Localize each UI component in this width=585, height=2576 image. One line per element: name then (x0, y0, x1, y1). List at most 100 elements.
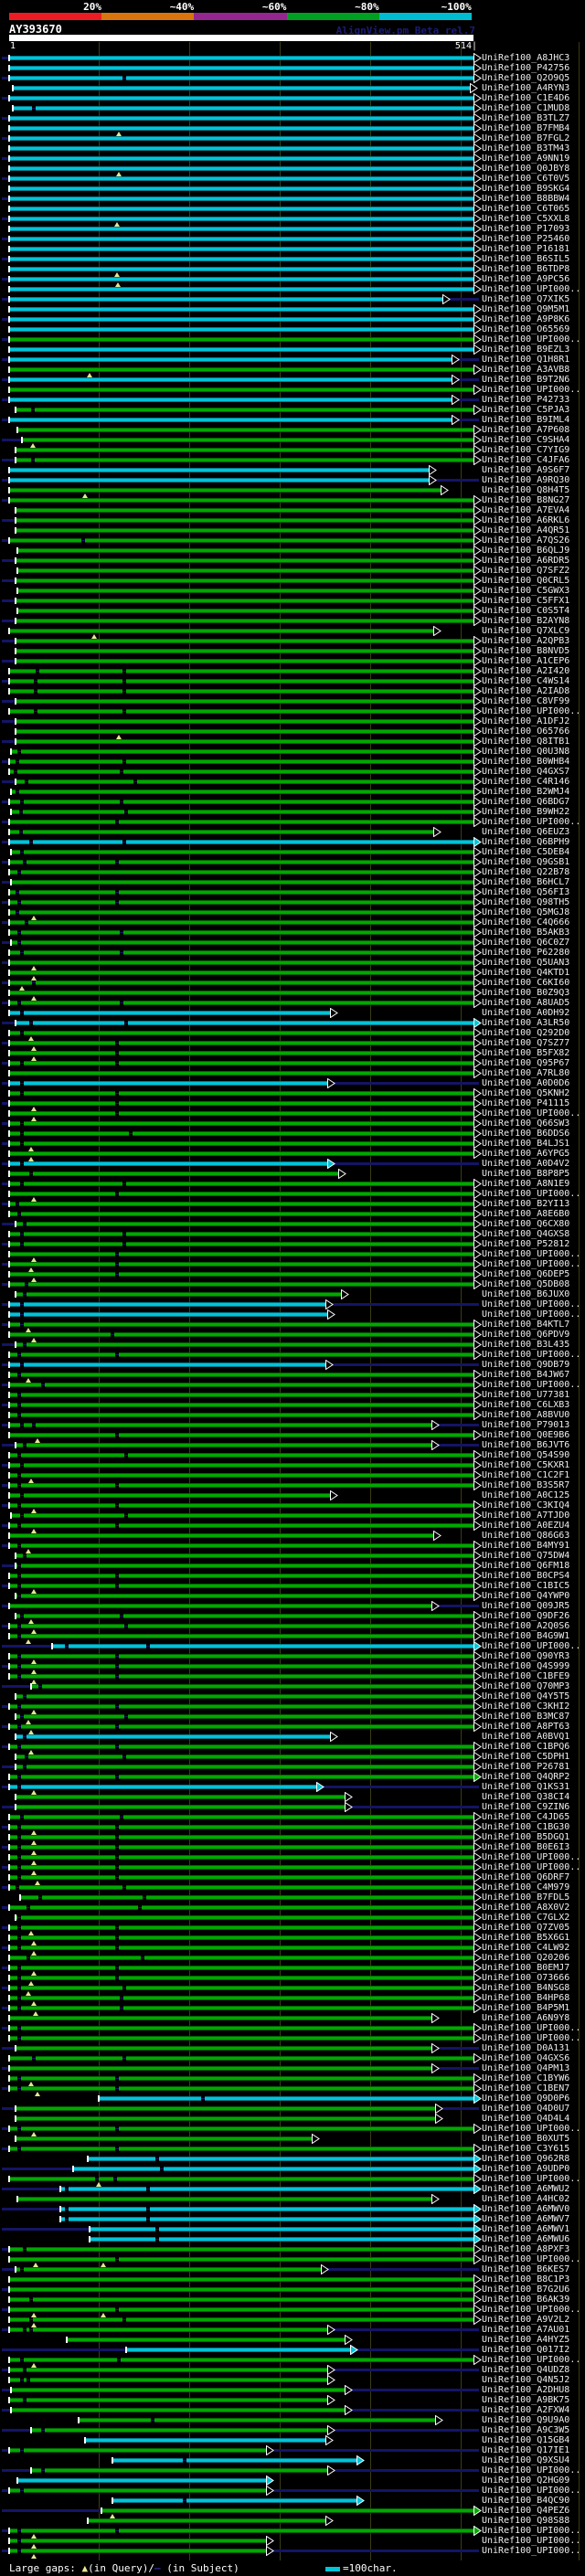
hit-label[interactable]: UniRef100_A6MWU2 (482, 2185, 569, 2194)
hit-bar[interactable] (15, 739, 473, 744)
hit-bar[interactable] (9, 488, 441, 493)
hit-bar[interactable] (9, 1332, 473, 1337)
hit-label[interactable]: UniRef100_C4JD65 (482, 1813, 569, 1822)
hit-label[interactable]: UniRef100_Q4Y5T5 (482, 1692, 569, 1701)
hit-bar[interactable] (9, 1775, 473, 1779)
hit-label[interactable]: UniRef100_A4RYN3 (482, 84, 569, 93)
hit-label[interactable]: UniRef100_Q6CX80 (482, 1220, 569, 1229)
hit-bar[interactable] (9, 1473, 473, 1478)
hit-bar[interactable] (9, 1885, 473, 1890)
hit-label[interactable]: UniRef100_B4HP68 (482, 1994, 569, 2003)
hit-label[interactable]: UniRef100_C1BYW6 (482, 2074, 569, 2083)
hit-label[interactable]: UniRef100_C1BFE9 (482, 1672, 569, 1681)
hit-bar[interactable] (10, 2388, 346, 2392)
hit-bar[interactable] (9, 920, 473, 925)
hit-label[interactable]: UniRef100_A7RL80 (482, 1069, 569, 1078)
hit-bar[interactable] (9, 2297, 473, 2302)
hit-label[interactable]: UniRef100_A8E6B0 (482, 1210, 569, 1219)
hit-bar[interactable] (9, 1151, 473, 1156)
hit-bar[interactable] (15, 729, 473, 734)
hit-label[interactable]: UniRef100_A8BVU0 (482, 1411, 569, 1420)
hit-bar[interactable] (9, 2448, 267, 2453)
hit-bar[interactable] (9, 1041, 473, 1045)
hit-label[interactable]: UniRef100_B4P5M1 (482, 2004, 569, 2013)
hit-label[interactable]: UniRef100_UPI000.. (482, 2024, 580, 2033)
hit-bar[interactable] (15, 1292, 342, 1297)
hit-label[interactable]: UniRef100_B4LJS1 (482, 1140, 569, 1149)
hit-bar[interactable] (9, 1956, 473, 1960)
hit-bar[interactable] (15, 1694, 473, 1699)
hit-label[interactable]: UniRef100_A0C125 (482, 1491, 569, 1500)
hit-bar[interactable] (9, 679, 473, 684)
hit-label[interactable]: UniRef100_UPI000.. (482, 2034, 580, 2043)
hit-bar[interactable] (9, 950, 473, 955)
hit-label[interactable]: UniRef100_Q6DRF7 (482, 1873, 569, 1882)
hit-label[interactable]: UniRef100_C5FFX1 (482, 597, 569, 606)
hit-label[interactable]: UniRef100_Q9XSU4 (482, 2456, 569, 2465)
hit-label[interactable]: UniRef100_C5PJA3 (482, 406, 569, 415)
hit-bar[interactable] (15, 1222, 473, 1226)
hit-bar[interactable] (9, 136, 473, 141)
hit-label[interactable]: UniRef100_Q90YR3 (482, 1652, 569, 1661)
hit-label[interactable]: UniRef100_B9IML4 (482, 416, 569, 425)
hit-label[interactable]: UniRef100_B0XUT5 (482, 2135, 569, 2144)
hit-label[interactable]: UniRef100_Q4D4L4 (482, 2115, 569, 2124)
hit-label[interactable]: UniRef100_B8NG27 (482, 496, 569, 505)
hit-label[interactable]: UniRef100_A7QS26 (482, 536, 569, 546)
hit-bar[interactable] (9, 2539, 267, 2543)
hit-bar[interactable] (9, 1182, 473, 1186)
hit-label[interactable]: UniRef100_A9P8K6 (482, 315, 569, 324)
hit-label[interactable]: UniRef100_UPI000.. (482, 2527, 580, 2536)
hit-label[interactable]: UniRef100_A9PC56 (482, 275, 569, 284)
hit-label[interactable]: UniRef100_P42733 (482, 396, 569, 405)
hit-bar[interactable] (9, 1463, 473, 1468)
hit-label[interactable]: UniRef100_A4QR51 (482, 526, 569, 535)
hit-label[interactable]: UniRef100_B7FGL2 (482, 134, 569, 143)
hit-bar[interactable] (9, 2287, 473, 2292)
hit-label[interactable]: UniRef100_A2DHU8 (482, 2386, 569, 2395)
hit-bar[interactable] (16, 548, 473, 553)
hit-bar[interactable] (10, 880, 473, 885)
hit-label[interactable]: UniRef100_B6SIL5 (482, 255, 569, 264)
hit-bar[interactable] (15, 1342, 473, 1347)
hit-bar[interactable] (9, 1574, 473, 1578)
hit-label[interactable]: UniRef100_Q7SZ77 (482, 1039, 569, 1048)
hit-bar[interactable] (15, 2046, 432, 2051)
hit-bar[interactable] (15, 2267, 321, 2272)
hit-bar[interactable] (9, 1302, 325, 1307)
hit-bar[interactable] (9, 468, 430, 472)
hit-bar[interactable] (10, 749, 473, 754)
hit-bar[interactable] (9, 991, 473, 995)
hit-label[interactable]: UniRef100_Q09JR5 (482, 1602, 569, 1611)
hit-label[interactable]: UniRef100_A7EVA4 (482, 506, 569, 515)
hit-label[interactable]: UniRef100_Q8ITB1 (482, 737, 569, 747)
hit-label[interactable]: UniRef100_C1BEN7 (482, 2084, 569, 2094)
hit-label[interactable]: UniRef100_A8PT63 (482, 1723, 569, 1732)
hit-bar[interactable] (15, 458, 473, 462)
hit-bar[interactable] (9, 1825, 473, 1829)
hit-label[interactable]: UniRef100_UPI000.. (482, 285, 580, 294)
hit-bar[interactable] (9, 247, 473, 251)
hit-bar[interactable] (101, 2508, 473, 2513)
hit-bar[interactable] (9, 257, 473, 261)
hit-bar[interactable] (9, 1785, 316, 1789)
hit-label[interactable]: UniRef100_A3LR50 (482, 1019, 569, 1028)
hit-label[interactable]: UniRef100_UPI000.. (482, 818, 580, 827)
hit-bar[interactable] (15, 1594, 473, 1598)
hit-bar[interactable] (60, 2187, 473, 2191)
hit-label[interactable]: UniRef100_C4R146 (482, 778, 569, 787)
hit-bar[interactable] (15, 578, 473, 583)
hit-bar[interactable] (9, 1584, 473, 1588)
hit-bar[interactable] (9, 1131, 473, 1136)
hit-label[interactable]: UniRef100_UPI000.. (482, 1109, 580, 1118)
hit-bar[interactable] (9, 1282, 473, 1287)
hit-label[interactable]: UniRef100_A6RKL6 (482, 516, 569, 525)
hit-bar[interactable] (9, 398, 452, 402)
hit-bar[interactable] (9, 2147, 473, 2151)
hit-label[interactable]: UniRef100_C6T0V5 (482, 175, 569, 184)
hit-label[interactable]: UniRef100_Q98S88 (482, 2517, 569, 2526)
hit-bar[interactable] (9, 1081, 327, 1086)
hit-bar[interactable] (30, 1684, 473, 1689)
hit-bar[interactable] (9, 2327, 327, 2332)
hit-bar[interactable] (15, 659, 473, 663)
